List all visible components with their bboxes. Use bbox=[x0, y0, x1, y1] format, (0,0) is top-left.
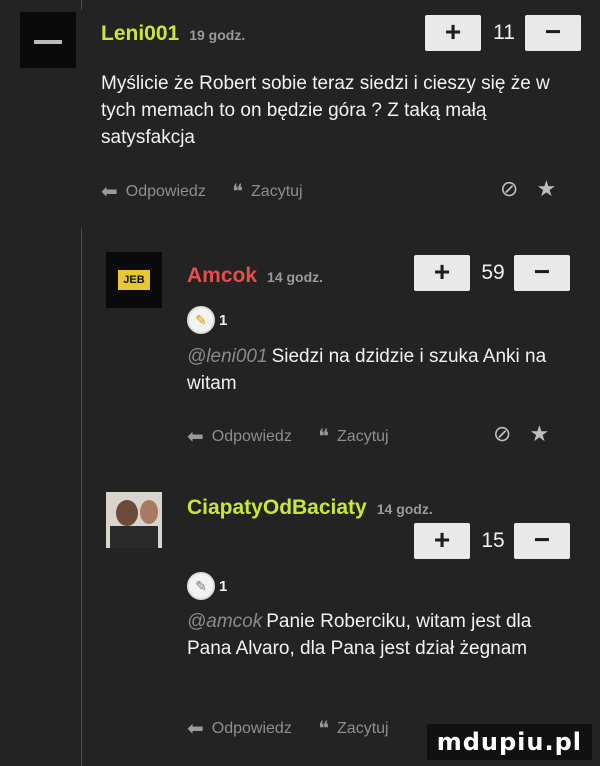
quote-button[interactable]: ❝ Zacytuj bbox=[232, 179, 302, 204]
mention-link[interactable]: @leni001 bbox=[187, 346, 268, 367]
upvote-button[interactable]: + bbox=[414, 523, 470, 559]
username[interactable]: CiapatyOdBaciaty 14 godz. bbox=[187, 496, 433, 520]
reply-arrow-icon: ⬅ bbox=[101, 181, 118, 203]
vote-widget: + 15 − bbox=[414, 523, 570, 559]
avatar-logo: JEB bbox=[118, 270, 150, 290]
avatar[interactable]: JEB bbox=[106, 252, 162, 308]
downvote-button[interactable]: − bbox=[514, 255, 570, 291]
vote-widget: + 59 − bbox=[414, 255, 570, 291]
downvote-button[interactable]: − bbox=[525, 15, 581, 51]
quote-icon: ❝ bbox=[318, 718, 330, 740]
upvote-button[interactable]: + bbox=[425, 15, 481, 51]
quote-button[interactable]: ❝ Zacytuj bbox=[318, 716, 388, 741]
vote-widget: + 11 − bbox=[425, 15, 581, 51]
badge: ✎ 1 bbox=[187, 572, 227, 600]
upvote-button[interactable]: + bbox=[414, 255, 470, 291]
reply-arrow-icon: ⬅ bbox=[187, 426, 204, 448]
username[interactable]: Leni001 19 godz. bbox=[101, 22, 245, 46]
watermark-logo: mdupiu.pl bbox=[426, 724, 592, 760]
comment-tools: ⊘ ★ bbox=[482, 176, 556, 202]
comment-actions: ⬅ Odpowiedz ❝ Zacytuj bbox=[187, 716, 411, 741]
badge-count: 1 bbox=[219, 311, 228, 329]
medal-icon: ✎ bbox=[187, 306, 215, 334]
mention-link[interactable]: @amcok bbox=[187, 611, 262, 632]
badge: ✎ 1 bbox=[187, 306, 227, 334]
thread-line bbox=[81, 0, 82, 10]
reply-arrow-icon: ⬅ bbox=[187, 718, 204, 740]
comment-tools: ⊘ ★ bbox=[475, 421, 549, 447]
downvote-button[interactable]: − bbox=[514, 523, 570, 559]
comment-time: 14 godz. bbox=[267, 269, 324, 285]
comment-text: Myślicie że Robert sobie teraz siedzi i … bbox=[101, 73, 550, 148]
favorite-star-icon[interactable]: ★ bbox=[536, 176, 556, 201]
avatar[interactable] bbox=[106, 492, 162, 548]
reply-button[interactable]: ⬅ Odpowiedz bbox=[187, 424, 292, 449]
comment-text: @amcok Panie Roberciku, witam jest dla Pa… bbox=[187, 611, 532, 659]
username[interactable]: Amcok 14 godz. bbox=[187, 264, 323, 288]
reply-button[interactable]: ⬅ Odpowiedz bbox=[187, 716, 292, 741]
vote-count: 59 bbox=[481, 261, 505, 284]
report-icon[interactable]: ⊘ bbox=[493, 421, 511, 446]
reply-button[interactable]: ⬅ Odpowiedz bbox=[101, 179, 206, 204]
quote-icon: ❝ bbox=[232, 181, 244, 203]
quote-icon: ❝ bbox=[318, 426, 330, 448]
thread-line bbox=[81, 228, 82, 766]
avatar[interactable] bbox=[20, 12, 76, 68]
favorite-star-icon[interactable]: ★ bbox=[529, 421, 549, 446]
quote-button[interactable]: ❝ Zacytuj bbox=[318, 424, 388, 449]
comment-time: 14 godz. bbox=[376, 501, 433, 517]
comment-time: 19 godz. bbox=[189, 27, 246, 43]
comment-actions: ⬅ Odpowiedz ❝ Zacytuj bbox=[101, 179, 325, 204]
comment-text: @leni001 Siedzi na dzidzie i szuka Anki n… bbox=[187, 346, 547, 394]
comment-actions: ⬅ Odpowiedz ❝ Zacytuj bbox=[187, 424, 411, 449]
vote-count: 11 bbox=[493, 21, 515, 44]
report-icon[interactable]: ⊘ bbox=[500, 176, 518, 201]
vote-count: 15 bbox=[481, 529, 505, 552]
medal-icon: ✎ bbox=[187, 572, 215, 600]
badge-count: 1 bbox=[219, 577, 228, 595]
